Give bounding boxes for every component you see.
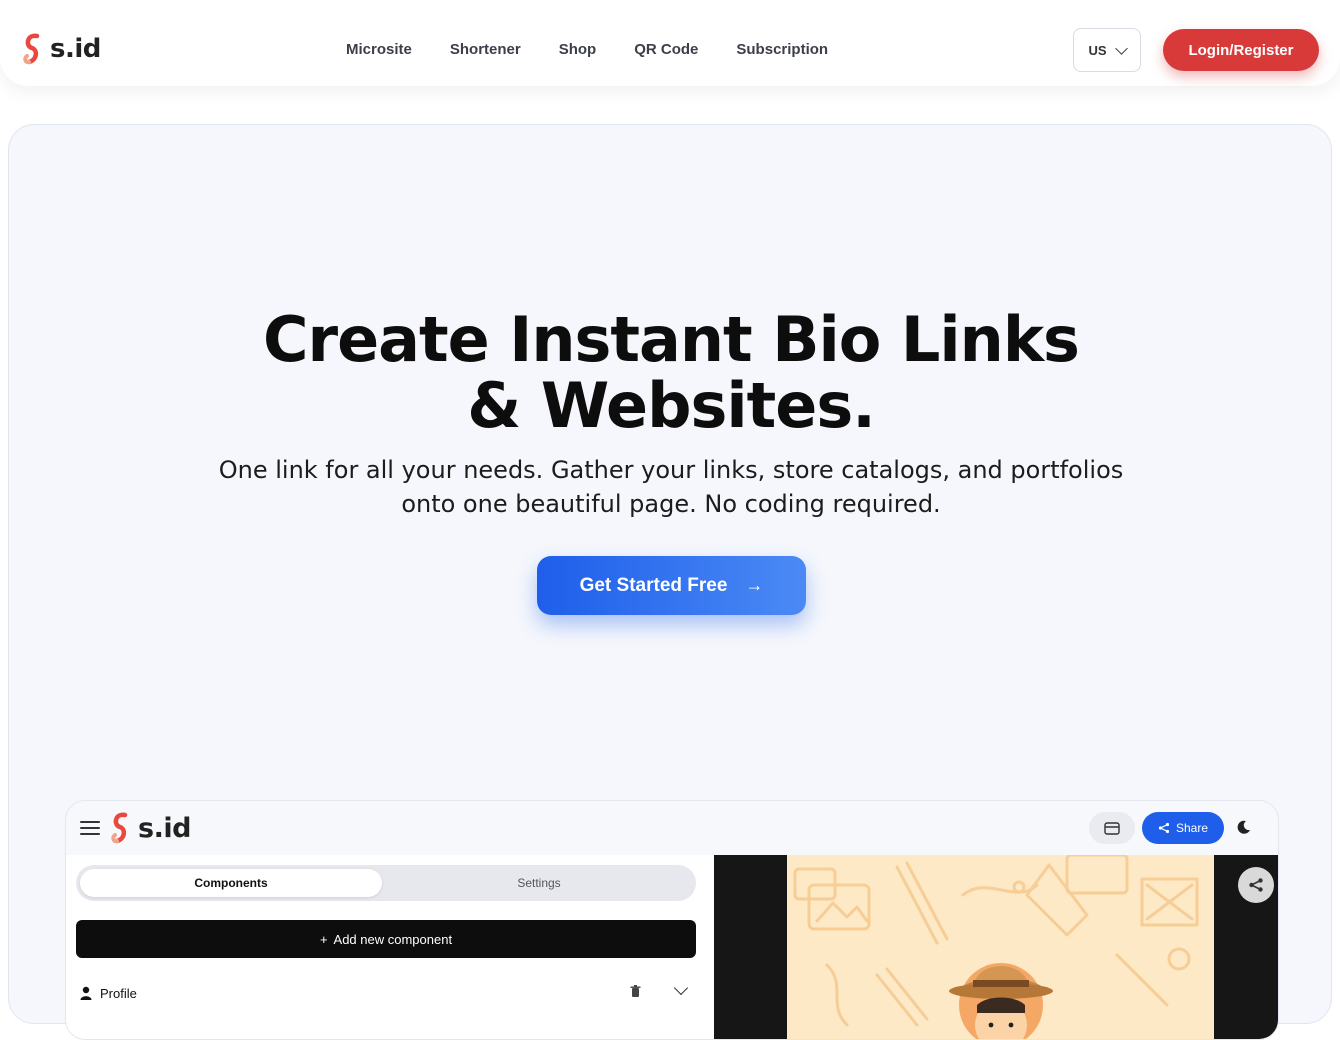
hero-subtitle-line-1: One link for all your needs. Gather your… [218,456,1124,484]
get-started-button[interactable]: Get Started Free → [537,556,806,615]
hero-section: Create Instant Bio Links & Websites. One… [8,124,1333,1040]
microsite-preview [714,855,1278,1039]
add-component-label: Add new component [333,931,453,947]
trash-icon[interactable] [630,985,641,997]
login-register-button[interactable]: Login/Register [1163,29,1319,71]
chevron-down-icon[interactable] [673,980,689,996]
share-button[interactable]: Share [1142,812,1224,844]
top-navbar: s.id Microsite Shortener Shop QR Code Su… [0,0,1340,86]
hero-title-line-1: Create Instant Bio Links [263,303,1080,376]
card-icon [1104,821,1120,835]
add-component-button[interactable]: + Add new component [76,920,696,958]
nav-subscription[interactable]: Subscription [736,41,828,58]
app-logo-text: s.id [138,812,191,844]
nav-microsite[interactable]: Microsite [346,41,412,58]
hero-title: Create Instant Bio Links & Websites. [9,307,1333,439]
site-logo[interactable]: s.id [22,32,101,66]
microsite-cover [787,855,1214,1039]
plus-icon: + [319,931,328,947]
app-logo: s.id [110,811,191,845]
language-select[interactable]: US [1073,28,1141,72]
share-icon [1158,822,1170,834]
share-label: Share [1175,821,1209,835]
get-started-label: Get Started Free [579,574,728,596]
logo-text: s.id [50,34,101,64]
share-icon [1249,878,1263,892]
nav-shortener[interactable]: Shortener [450,41,521,58]
language-value: US [1088,42,1107,58]
nav-qr-code[interactable]: QR Code [634,41,698,58]
logo-mark-icon [111,812,128,844]
share-fab-button[interactable] [1238,867,1274,903]
tab-settings[interactable]: Settings [386,869,692,897]
nav-shop[interactable]: Shop [559,41,597,58]
doodle-pattern-illustration [793,855,1199,1039]
arrow-right-icon: → [745,575,764,595]
hero-title-line-2: & Websites. [467,369,876,442]
profile-component-row[interactable]: Profile [80,980,696,1005]
main-nav: Microsite Shortener Shop QR Code Subscri… [346,41,828,58]
tab-components[interactable]: Components [80,869,382,897]
app-preview: s.id Share Components Settings + Add new… [65,800,1279,1040]
hero-subtitle: One link for all your needs. Gather your… [179,453,1163,521]
hamburger-menu-icon[interactable] [80,821,100,835]
profile-label: Profile [100,985,137,1001]
chevron-down-icon [1114,41,1128,55]
moon-icon[interactable] [1236,819,1252,835]
logo-mark-icon [23,33,40,65]
editor-tabs: Components Settings [76,865,696,901]
user-icon [80,986,92,1000]
app-toolbar: s.id Share [66,801,1278,855]
hero-subtitle-line-2: onto one beautiful page. No coding requi… [401,490,941,518]
preview-toggle-button[interactable] [1089,812,1135,844]
